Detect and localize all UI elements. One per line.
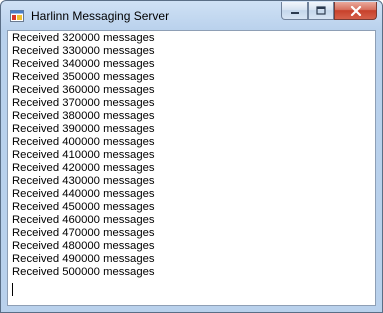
log-textbox[interactable]: Received 320000 messages Received 330000 … bbox=[7, 30, 376, 306]
log-line: Received 390000 messages bbox=[12, 123, 155, 135]
log-line: Received 380000 messages bbox=[12, 110, 155, 122]
log-line: Received 430000 messages bbox=[12, 175, 155, 187]
log-line: Received 410000 messages bbox=[12, 149, 155, 161]
close-button[interactable] bbox=[334, 2, 377, 20]
app-window: Harlinn Messaging Server Received 320000… bbox=[0, 0, 383, 313]
maximize-icon bbox=[316, 6, 326, 15]
log-line: Received 350000 messages bbox=[12, 71, 155, 83]
log-line: Received 500000 messages bbox=[12, 266, 155, 278]
title-bar[interactable]: Harlinn Messaging Server bbox=[1, 1, 382, 31]
app-icon bbox=[10, 10, 24, 22]
log-line: Received 440000 messages bbox=[12, 188, 155, 200]
log-lines: Received 320000 messages Received 330000 … bbox=[12, 32, 155, 279]
log-line: Received 370000 messages bbox=[12, 97, 155, 109]
log-line: Received 340000 messages bbox=[12, 58, 155, 70]
log-line: Received 330000 messages bbox=[12, 45, 155, 57]
close-icon bbox=[350, 5, 361, 16]
maximize-button[interactable] bbox=[308, 2, 334, 20]
window-title: Harlinn Messaging Server bbox=[31, 9, 170, 23]
log-line: Received 360000 messages bbox=[12, 84, 155, 96]
log-line: Received 490000 messages bbox=[12, 253, 155, 265]
log-line: Received 480000 messages bbox=[12, 240, 155, 252]
log-line: Received 320000 messages bbox=[12, 32, 155, 44]
log-line: Received 420000 messages bbox=[12, 162, 155, 174]
log-line: Received 460000 messages bbox=[12, 214, 155, 226]
text-caret bbox=[12, 283, 13, 296]
log-line: Received 470000 messages bbox=[12, 227, 155, 239]
log-line: Received 450000 messages bbox=[12, 201, 155, 213]
minimize-button[interactable] bbox=[281, 2, 308, 20]
log-line: Received 400000 messages bbox=[12, 136, 155, 148]
minimize-icon bbox=[290, 11, 299, 14]
